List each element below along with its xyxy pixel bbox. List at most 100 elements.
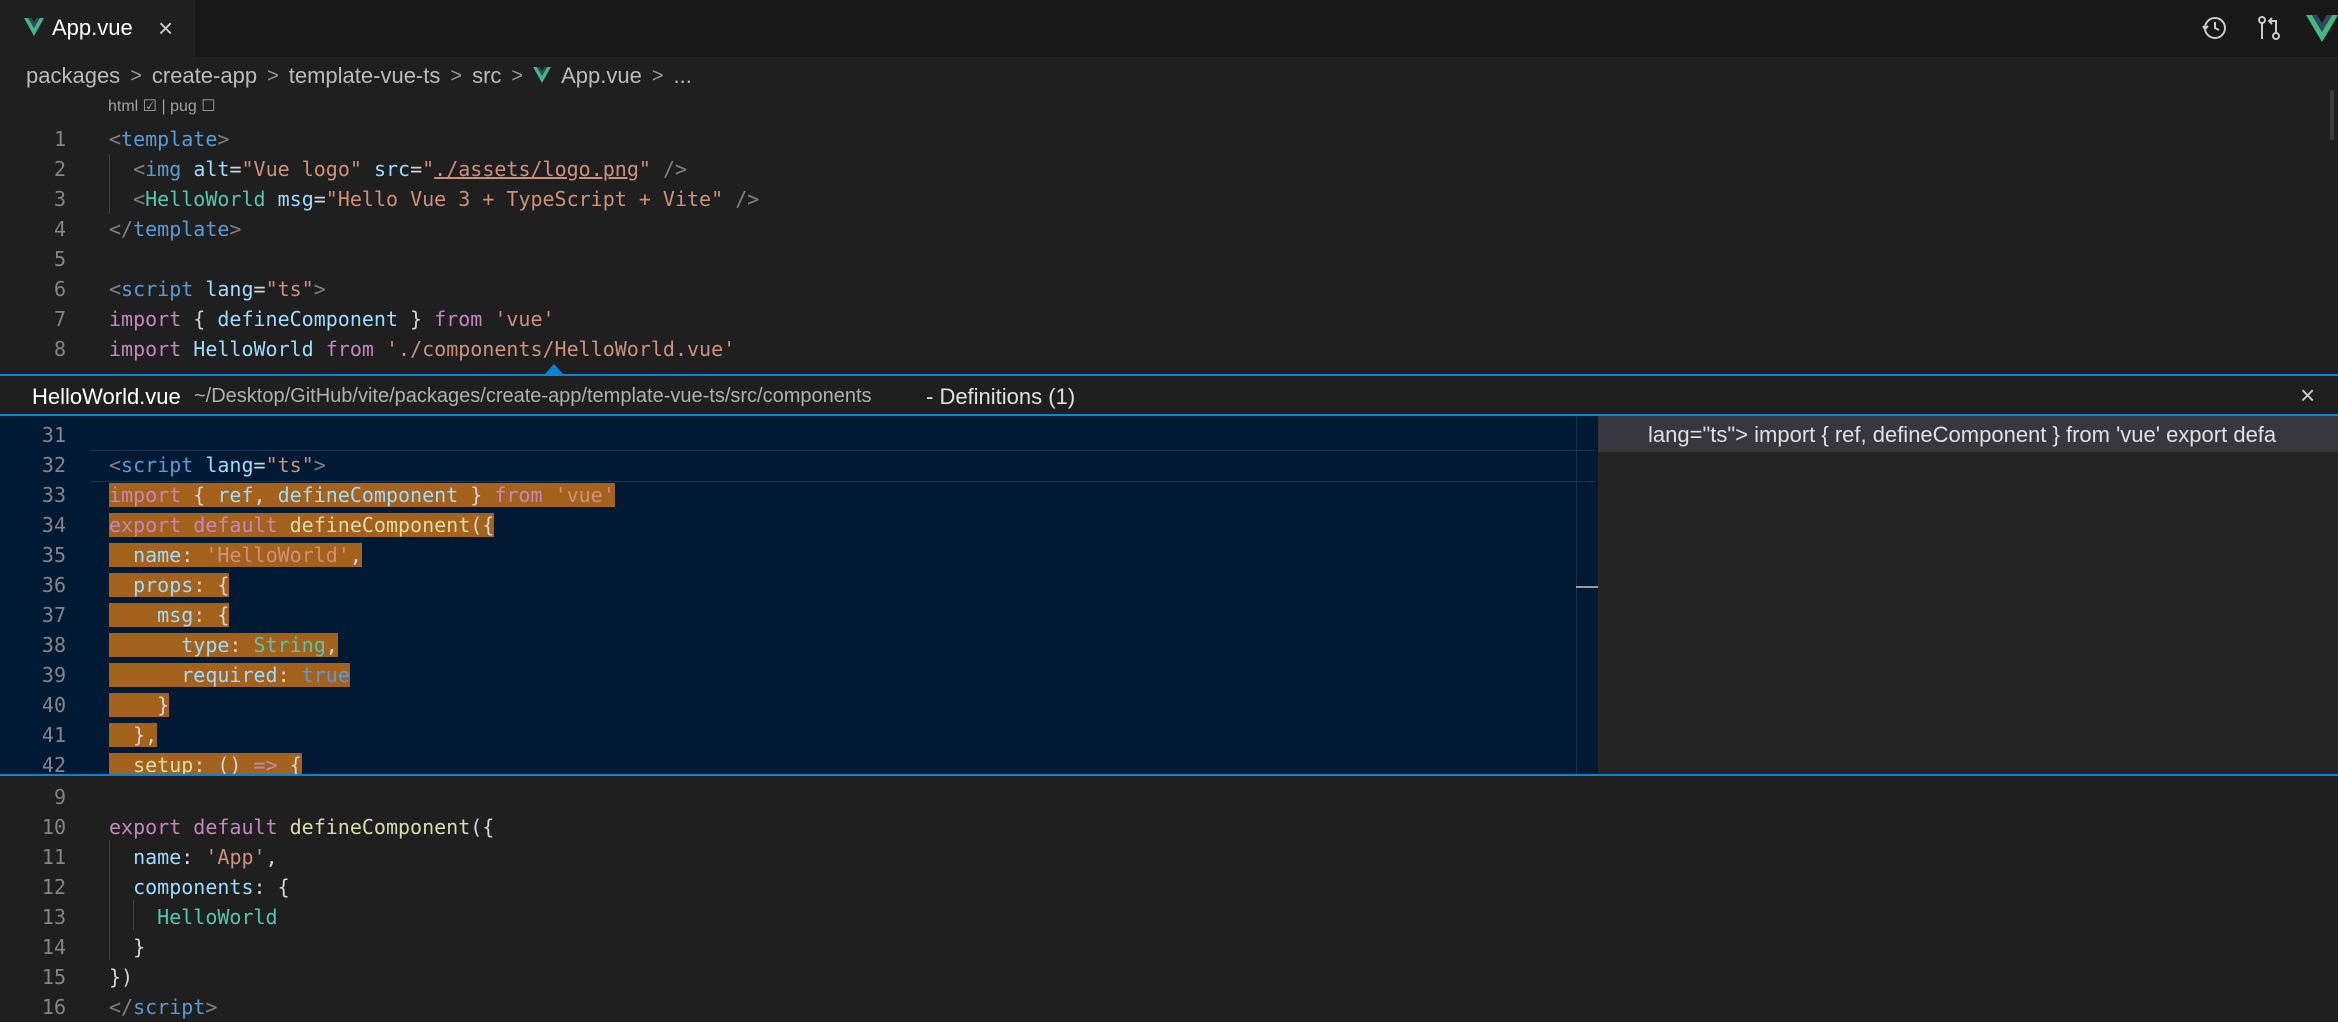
- code-line[interactable]: 36 props: {: [0, 570, 1598, 600]
- code-line[interactable]: 15}): [0, 962, 2338, 992]
- tab-app-vue[interactable]: App.vue ×: [0, 0, 195, 57]
- chevron-right-icon: >: [450, 64, 463, 87]
- line-number: 36: [41, 573, 66, 597]
- code-line[interactable]: 3 <HelloWorld msg="Hello Vue 3 + TypeScr…: [0, 184, 2338, 214]
- code-line[interactable]: 12 components: {: [0, 872, 2338, 902]
- line-number: 33: [41, 483, 66, 507]
- code-text: <script lang="ts">: [109, 277, 326, 301]
- code-line[interactable]: 39 required: true: [0, 660, 1598, 690]
- code-line[interactable]: 9: [0, 782, 2338, 812]
- code-line[interactable]: 4 </template>: [0, 214, 2338, 244]
- tab-label: App.vue: [52, 15, 133, 40]
- peek-caret: [545, 364, 563, 374]
- breadcrumb-item-create-app[interactable]: create-app: [152, 63, 257, 89]
- line-number: 3: [53, 187, 66, 211]
- line-number: 1: [53, 127, 66, 151]
- code-line[interactable]: 35 name: 'HelloWorld',: [0, 540, 1598, 570]
- peek-reference-preview: lang="ts"> import { ref, defineComponent…: [1648, 422, 2277, 447]
- code-line[interactable]: 38 type: String,: [0, 630, 1598, 660]
- line-number: 39: [41, 663, 66, 687]
- breadcrumb-item-packages[interactable]: packages: [26, 63, 120, 89]
- breadcrumb-item-template-vue-ts[interactable]: template-vue-ts: [289, 63, 441, 89]
- line-number: 41: [41, 723, 66, 747]
- code-text: <img alt="Vue logo" src="./assets/logo.p…: [133, 157, 688, 181]
- breadcrumb-item-symbols[interactable]: ...: [674, 63, 692, 89]
- code-text: },: [109, 723, 158, 747]
- code-text: type: String,: [109, 630, 338, 660]
- code-text: <template>: [109, 127, 230, 151]
- vue-icon[interactable]: [2306, 13, 2338, 43]
- code-text: </template>: [109, 217, 242, 241]
- line-number: 32: [41, 453, 66, 477]
- code-line[interactable]: 42 setup: () => {: [0, 750, 1598, 774]
- code-line[interactable]: 7 import { defineComponent } from 'vue': [0, 304, 2338, 334]
- code-text: HelloWorld: [157, 905, 278, 929]
- code-line[interactable]: 10 export default defineComponent({: [0, 812, 2338, 842]
- peek-file-title[interactable]: HelloWorld.vue: [32, 384, 181, 410]
- code-line[interactable]: 32 <script lang="ts">: [0, 450, 1598, 480]
- peek-header: HelloWorld.vue ~/Desktop/GitHub/vite/pac…: [0, 376, 2338, 416]
- code-text: components: {: [133, 875, 290, 899]
- code-line[interactable]: 14 }: [0, 932, 2338, 962]
- code-line[interactable]: 8 import HelloWorld from './components/He…: [0, 334, 2338, 364]
- tab-bar: App.vue ×: [0, 0, 2338, 57]
- code-line[interactable]: 1 <template>: [0, 124, 2338, 154]
- code-text: import { ref, defineComponent } from 'vu…: [109, 483, 615, 507]
- code-line[interactable]: 11 name: 'App',: [0, 842, 2338, 872]
- indent-guide: [133, 900, 134, 930]
- code-line[interactable]: 40 }: [0, 690, 1598, 720]
- vue-icon: [24, 18, 44, 41]
- code-line[interactable]: 33 import { ref, defineComponent } from '…: [0, 480, 1598, 510]
- peek-file-path: ~/Desktop/GitHub/vite/packages/create-ap…: [194, 385, 872, 407]
- code-text: props: {: [109, 570, 230, 600]
- peek-border: [0, 774, 2338, 776]
- chevron-right-icon: >: [651, 64, 664, 87]
- code-text: msg: {: [109, 600, 230, 630]
- code-line[interactable]: 6 <script lang="ts">: [0, 274, 2338, 304]
- indent-guide: [109, 840, 110, 960]
- breadcrumb-item-app-vue[interactable]: App.vue: [561, 63, 642, 89]
- peek-references-list: lang="ts"> import { ref, defineComponent…: [1598, 416, 2338, 774]
- line-number: 6: [53, 277, 66, 301]
- code-line[interactable]: 34 export default defineComponent({: [0, 510, 1598, 540]
- code-line[interactable]: 13 HelloWorld: [0, 902, 2338, 932]
- line-number: 7: [53, 307, 66, 331]
- code-line[interactable]: 37 msg: {: [0, 600, 1598, 630]
- code-line[interactable]: 2 <img alt="Vue logo" src="./assets/logo…: [0, 154, 2338, 184]
- line-number: 40: [41, 693, 66, 717]
- history-icon[interactable]: [2200, 13, 2230, 43]
- breadcrumb-item-src[interactable]: src: [472, 63, 501, 89]
- line-number: 35: [41, 543, 66, 567]
- line-number: 11: [41, 845, 66, 869]
- close-icon[interactable]: ×: [2300, 380, 2315, 411]
- line-number: 14: [41, 935, 66, 959]
- peek-editor[interactable]: 31 32 <script lang="ts"> 33 import { ref, de…: [0, 416, 1598, 774]
- code-text: }): [109, 965, 134, 989]
- peek-reference-item[interactable]: lang="ts"> import { ref, defineComponent…: [1598, 416, 2338, 452]
- code-line[interactable]: 41 },: [0, 720, 1598, 750]
- indent-guide: [109, 154, 110, 214]
- line-number: 9: [53, 785, 66, 809]
- peek-definitions-count: - Definitions (1): [926, 384, 1076, 409]
- code-line[interactable]: 5: [0, 244, 2338, 274]
- line-number: 4: [53, 217, 66, 241]
- code-text: export default defineComponent({: [109, 513, 495, 537]
- chevron-right-icon: >: [130, 64, 142, 87]
- line-number: 31: [41, 423, 66, 447]
- line-number: 10: [41, 815, 66, 839]
- code-text: required: true: [109, 660, 350, 690]
- line-number: 2: [53, 157, 66, 181]
- code-line[interactable]: 31: [0, 420, 1598, 450]
- line-number: 37: [41, 603, 66, 627]
- code-text: name: 'HelloWorld',: [109, 540, 362, 570]
- close-icon[interactable]: ×: [158, 14, 173, 42]
- line-number: 12: [41, 875, 66, 899]
- line-number: 8: [53, 337, 66, 361]
- code-text: }: [109, 693, 170, 717]
- source-control-compare-icon[interactable]: [2254, 13, 2284, 43]
- line-number: 13: [41, 905, 66, 929]
- chevron-right-icon: >: [267, 64, 279, 87]
- code-text: setup: () => {: [109, 750, 302, 774]
- language-codelens[interactable]: html ☑ | pug ☐: [108, 96, 216, 116]
- code-text: name: 'App',: [133, 845, 278, 869]
